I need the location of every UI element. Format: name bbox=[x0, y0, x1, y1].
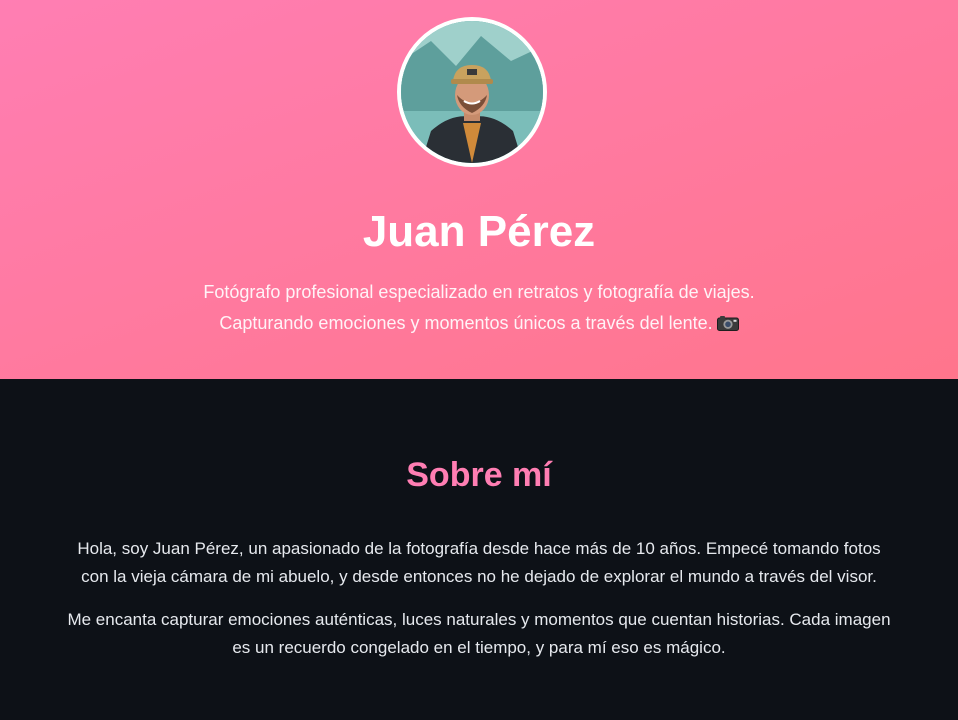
bio-line-1: Fotógrafo profesional especializado en r… bbox=[203, 282, 755, 302]
about-paragraph-2: Me encanta capturar emociones auténticas… bbox=[40, 606, 918, 662]
profile-bio: Fotógrafo profesional especializado en r… bbox=[0, 277, 958, 339]
about-title: Sobre mí bbox=[406, 456, 552, 494]
profile-avatar bbox=[397, 17, 547, 167]
camera-icon bbox=[716, 316, 739, 331]
bio-line-2: Capturando emociones y momentos únicos a… bbox=[0, 308, 958, 339]
about-paragraph-1: Hola, soy Juan Pérez, un apasionado de l… bbox=[40, 535, 918, 591]
bio-line-2-text: Capturando emociones y momentos únicos a… bbox=[219, 313, 713, 333]
about-paragraph-1-line-1: Hola, soy Juan Pérez, un apasionado de l… bbox=[77, 539, 881, 558]
about-paragraph-2-line-2: es un recuerdo congelado en el tiempo, y… bbox=[232, 638, 726, 657]
about-paragraph-1-line-2: con la vieja cámara de mi abuelo, y desd… bbox=[81, 567, 877, 586]
about-paragraph-2-line-1: Me encanta capturar emociones auténticas… bbox=[67, 610, 891, 629]
hero-header: Juan Pérez Fotógrafo profesional especia… bbox=[0, 0, 958, 379]
profile-photo-icon bbox=[401, 21, 543, 163]
profile-name: Juan Pérez bbox=[362, 207, 596, 256]
about-section: Sobre mí Hola, soy Juan Pérez, un apasio… bbox=[0, 379, 958, 720]
